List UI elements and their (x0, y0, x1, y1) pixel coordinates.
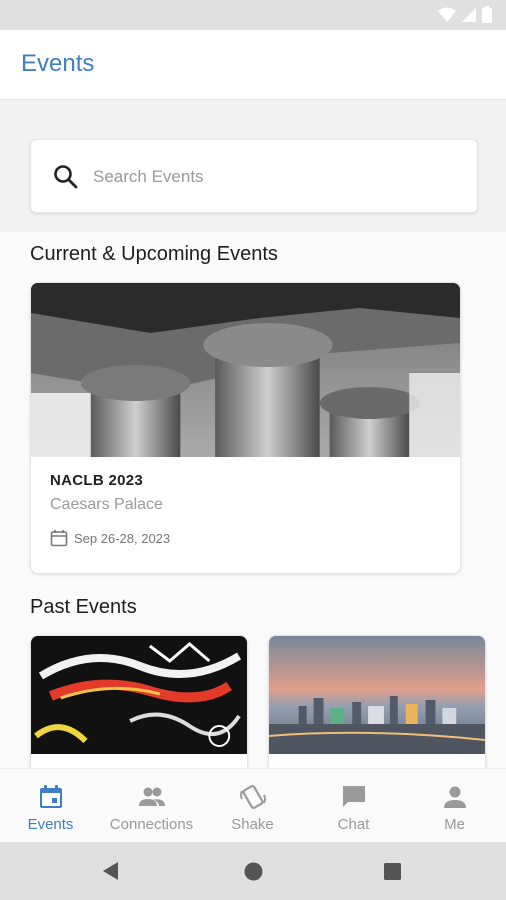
battery-icon (482, 6, 492, 23)
graffiti-photo (31, 636, 247, 754)
nav-label-events: Events (27, 816, 74, 833)
search-input[interactable]: Search Events (30, 139, 478, 213)
app-bar: Events (0, 30, 506, 100)
shake-phone-icon (239, 784, 266, 810)
page-title: Events (21, 50, 95, 77)
nav-label-me: Me (444, 816, 465, 833)
nav-item-events[interactable]: Events (0, 769, 101, 843)
status-bar (0, 0, 506, 30)
home-icon[interactable] (244, 862, 263, 881)
current-events-heading: Current & Upcoming Events (30, 243, 278, 265)
calendar-icon (39, 785, 62, 808)
people-icon (138, 787, 165, 806)
event-venue: Caesars Palace (50, 496, 163, 513)
past-events-heading: Past Events (30, 596, 137, 618)
nav-item-chat[interactable]: Chat (303, 769, 404, 843)
event-date-row: Sep 26-28, 2023 (50, 529, 170, 547)
event-date: Sep 26-28, 2023 (74, 530, 171, 546)
search-icon (54, 165, 78, 189)
city-skyline-photo (269, 636, 485, 754)
back-icon[interactable] (101, 861, 121, 881)
chat-bubble-icon (342, 786, 365, 807)
current-event-card[interactable]: NACLB 2023 Caesars Palace Sep 26-28, 202… (30, 282, 461, 574)
bottom-navigation: Events Connections Shake Chat Me (0, 768, 506, 842)
nav-item-connections[interactable]: Connections (101, 769, 202, 843)
system-navigation-bar (0, 842, 506, 900)
calendar-icon (50, 530, 68, 547)
nav-label-chat: Chat (337, 816, 370, 833)
nav-label-connections: Connections (109, 816, 194, 833)
nav-label-shake: Shake (231, 816, 274, 833)
nav-item-shake[interactable]: Shake (202, 769, 303, 843)
search-section: Search Events (0, 100, 506, 232)
past-event-card[interactable] (30, 635, 248, 775)
person-icon (443, 786, 466, 808)
nav-item-me[interactable]: Me (404, 769, 505, 843)
event-name: NACLB 2023 (50, 472, 144, 489)
past-event-card[interactable] (268, 635, 486, 775)
recents-icon[interactable] (384, 863, 401, 880)
signal-icon (462, 7, 476, 22)
status-icons (438, 6, 492, 23)
wifi-icon (438, 7, 456, 22)
search-placeholder: Search Events (93, 167, 204, 186)
classical-columns-photo (31, 283, 460, 457)
